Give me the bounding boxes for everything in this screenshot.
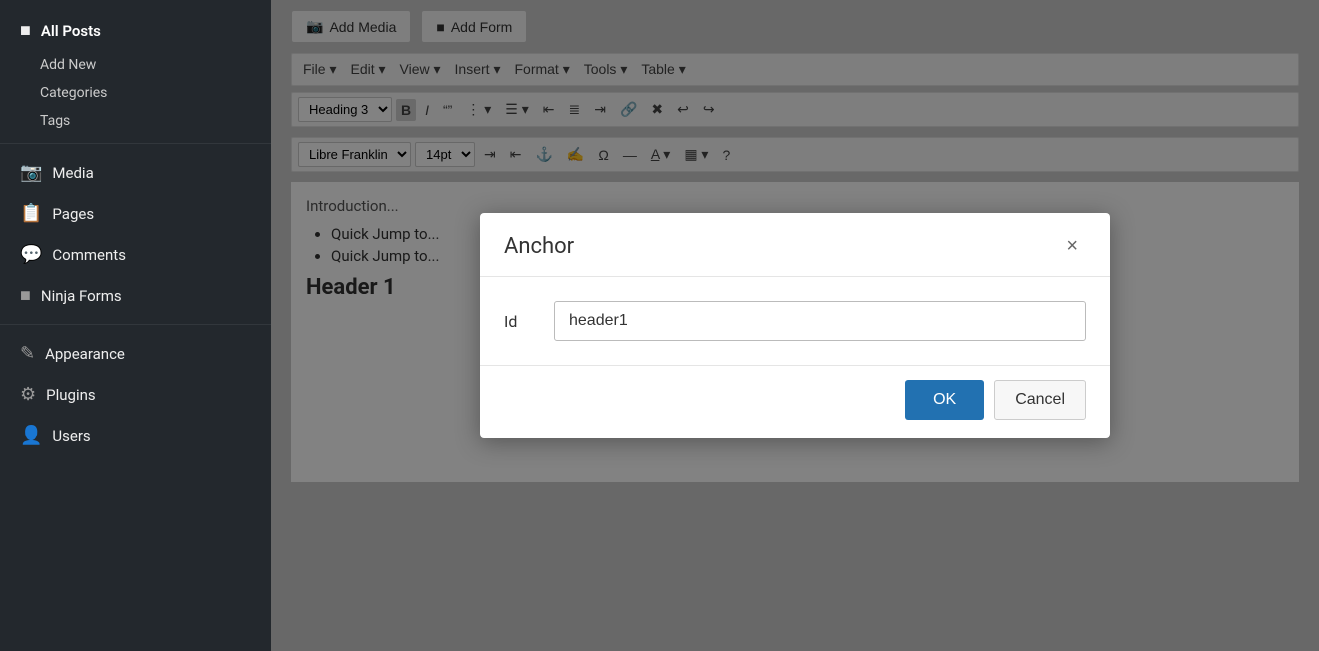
dialog-body: Id bbox=[480, 277, 1110, 365]
plugins-icon: ⚙ bbox=[20, 384, 36, 405]
dialog-ok-button[interactable]: OK bbox=[905, 380, 984, 420]
sidebar-item-categories[interactable]: Categories bbox=[0, 79, 271, 107]
sidebar-item-label: Pages bbox=[52, 205, 94, 223]
sidebar-item-label: Comments bbox=[52, 246, 126, 264]
sidebar-item-plugins[interactable]: ⚙ Plugins bbox=[0, 374, 271, 415]
dialog-field-label: Id bbox=[504, 312, 534, 331]
dialog-footer: OK Cancel bbox=[480, 365, 1110, 438]
dialog-field: Id bbox=[504, 301, 1086, 341]
sidebar-item-media[interactable]: 📷 Media bbox=[0, 152, 271, 193]
dialog-id-input[interactable] bbox=[554, 301, 1086, 341]
sidebar-item-users[interactable]: 👤 Users bbox=[0, 415, 271, 456]
sidebar-item-label: All Posts bbox=[41, 22, 101, 40]
sidebar-divider bbox=[0, 143, 271, 144]
modal-overlay: Anchor × Id OK Cancel bbox=[271, 0, 1319, 651]
sidebar-item-appearance[interactable]: ✎ Appearance bbox=[0, 333, 271, 374]
media-icon: 📷 bbox=[20, 162, 42, 183]
sidebar-item-label: Plugins bbox=[46, 386, 95, 404]
sidebar-item-add-new[interactable]: Add New bbox=[0, 51, 271, 79]
sidebar-item-label: Tags bbox=[40, 113, 70, 129]
sidebar-item-comments[interactable]: 💬 Comments bbox=[0, 234, 271, 275]
sidebar-item-label: Ninja Forms bbox=[41, 287, 122, 305]
dialog-title: Anchor bbox=[504, 234, 574, 259]
sidebar-item-ninja-forms[interactable]: ■ Ninja Forms bbox=[0, 275, 271, 316]
users-icon: 👤 bbox=[20, 425, 42, 446]
sidebar-divider-2 bbox=[0, 324, 271, 325]
sidebar-item-tags[interactable]: Tags bbox=[0, 107, 271, 135]
anchor-dialog: Anchor × Id OK Cancel bbox=[480, 213, 1110, 438]
dialog-close-button[interactable]: × bbox=[1058, 231, 1086, 262]
dialog-header: Anchor × bbox=[480, 213, 1110, 277]
sidebar-item-label: Add New bbox=[40, 57, 96, 73]
sidebar-item-label: Users bbox=[52, 427, 90, 445]
sidebar-item-label: Categories bbox=[40, 85, 107, 101]
sidebar-item-label: Media bbox=[52, 164, 93, 182]
sidebar-item-all-posts[interactable]: ■ All Posts bbox=[0, 10, 271, 51]
sidebar-item-label: Appearance bbox=[45, 345, 125, 363]
sidebar-item-pages[interactable]: 📋 Pages bbox=[0, 193, 271, 234]
appearance-icon: ✎ bbox=[20, 343, 35, 364]
pages-icon: 📋 bbox=[20, 203, 42, 224]
sidebar: ■ All Posts Add New Categories Tags 📷 Me… bbox=[0, 0, 271, 651]
dialog-cancel-button[interactable]: Cancel bbox=[994, 380, 1086, 420]
posts-icon: ■ bbox=[20, 20, 31, 41]
main-content: 📷 Add Media ■ Add Form File ▾ Edit ▾ Vie… bbox=[271, 0, 1319, 651]
comments-icon: 💬 bbox=[20, 244, 42, 265]
ninja-forms-icon: ■ bbox=[20, 285, 31, 306]
